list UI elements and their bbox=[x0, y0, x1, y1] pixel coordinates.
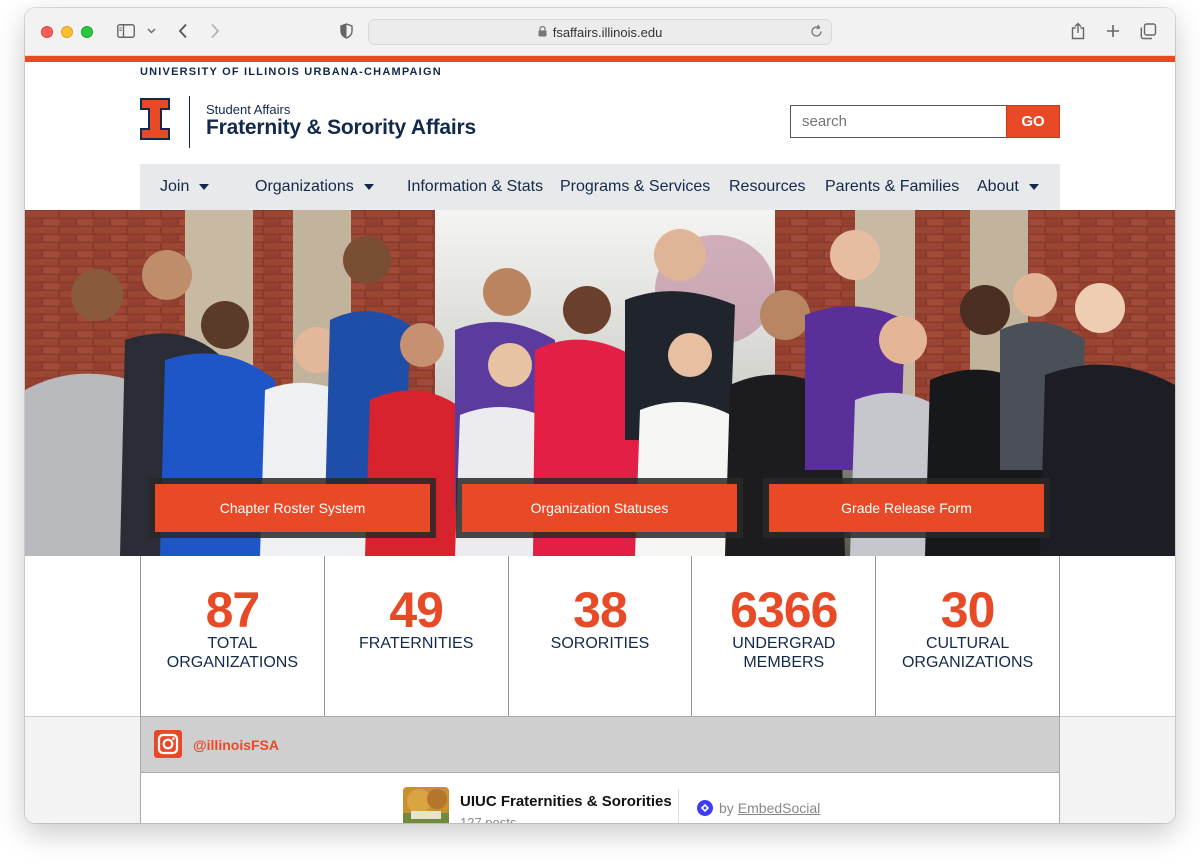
embedsocial-credit: by EmbedSocial bbox=[697, 800, 820, 816]
stat-number: 6366 bbox=[730, 582, 838, 638]
instagram-feed-widget: UIUC Fraternities & Sororities 127 posts… bbox=[140, 773, 1060, 823]
by-prefix: by bbox=[719, 800, 734, 816]
orange-top-stripe bbox=[25, 56, 1175, 62]
back-icon[interactable] bbox=[173, 20, 193, 42]
nav-item-label: Information & Stats bbox=[407, 178, 544, 195]
share-icon[interactable] bbox=[1068, 20, 1088, 42]
stat-number: 87 bbox=[205, 582, 261, 638]
stat-label: ORGANIZATIONS bbox=[901, 654, 1034, 671]
embedsocial-icon bbox=[697, 800, 713, 816]
forward-icon[interactable] bbox=[205, 20, 225, 42]
reload-icon[interactable] bbox=[810, 24, 823, 41]
site-title[interactable]: Fraternity & Sorority Affairs bbox=[206, 116, 476, 140]
stat-label: FRATERNITIES bbox=[359, 635, 474, 652]
url-text: fsaffairs.illinois.edu bbox=[552, 24, 663, 40]
grade-release-form-button[interactable]: Grade Release Form bbox=[769, 484, 1044, 532]
nav-item-label: Resources bbox=[729, 178, 806, 195]
zoom-window-button[interactable] bbox=[81, 26, 93, 38]
nav-item-label: Parents & Families bbox=[825, 178, 960, 195]
close-window-button[interactable] bbox=[41, 26, 53, 38]
embedsocial-link[interactable]: EmbedSocial bbox=[738, 800, 821, 816]
chapter-roster-system-button[interactable]: Chapter Roster System bbox=[155, 484, 430, 532]
caret-down-icon bbox=[1028, 184, 1039, 190]
unit-subtitle[interactable]: Student Affairs bbox=[206, 102, 290, 117]
caret-down-icon bbox=[199, 184, 210, 190]
browser-toolbar: fsaffairs.illinois.edu bbox=[25, 8, 1175, 56]
caret-down-icon bbox=[363, 184, 374, 190]
stat-fraternities: 49 FRATERNITIES bbox=[325, 556, 509, 716]
feed-profile-avatar[interactable] bbox=[403, 787, 449, 823]
stat-cultural-organizations: 30 CULTURAL ORGANIZATIONS bbox=[876, 556, 1059, 716]
nav-item-organizations[interactable]: Organizations bbox=[255, 164, 374, 210]
minimize-window-button[interactable] bbox=[61, 26, 73, 38]
nav-item-label: About bbox=[977, 178, 1019, 195]
instagram-header-bar: @illinoisFSA bbox=[140, 716, 1060, 773]
block-i-logo-icon[interactable] bbox=[140, 98, 170, 145]
chevron-down-icon[interactable] bbox=[144, 20, 158, 42]
nav-item-programs-services[interactable]: Programs & Services bbox=[560, 164, 710, 210]
university-wordmark[interactable]: UNIVERSITY OF ILLINOIS URBANA-CHAMPAIGN bbox=[140, 66, 442, 78]
nav-item-parents-families[interactable]: Parents & Families bbox=[825, 164, 959, 210]
stat-sororities: 38 SORORITIES bbox=[509, 556, 693, 716]
tab-overview-icon[interactable] bbox=[1138, 20, 1158, 42]
stat-label: SORORITIES bbox=[550, 635, 650, 652]
stat-total-organizations: 87 TOTAL ORGANIZATIONS bbox=[141, 556, 325, 716]
stat-number: 38 bbox=[573, 582, 628, 638]
stat-number: 30 bbox=[940, 582, 996, 638]
nav-item-information-stats[interactable]: Information & Stats bbox=[407, 164, 543, 210]
shield-icon[interactable] bbox=[337, 20, 355, 42]
stat-label: ORGANIZATIONS bbox=[166, 654, 299, 671]
web-page: UNIVERSITY OF ILLINOIS URBANA-CHAMPAIGN … bbox=[25, 56, 1175, 823]
nav-item-resources[interactable]: Resources bbox=[729, 164, 805, 210]
stat-label: UNDERGRAD bbox=[732, 635, 836, 652]
new-tab-icon[interactable] bbox=[1103, 20, 1123, 42]
nav-item-join[interactable]: Join bbox=[160, 164, 210, 210]
stat-label: TOTAL bbox=[207, 635, 258, 652]
nav-item-label: Join bbox=[160, 178, 190, 195]
search-go-button[interactable]: GO bbox=[1006, 105, 1060, 138]
organization-statuses-button[interactable]: Organization Statuses bbox=[462, 484, 737, 532]
hero-button-frame: Organization Statuses bbox=[456, 478, 743, 538]
nav-item-label: Organizations bbox=[255, 178, 354, 195]
stat-number: 49 bbox=[389, 582, 444, 638]
address-bar[interactable]: fsaffairs.illinois.edu bbox=[368, 19, 832, 45]
stat-label: MEMBERS bbox=[743, 654, 825, 671]
nav-item-about[interactable]: About bbox=[977, 164, 1039, 210]
stat-label: CULTURAL bbox=[925, 635, 1010, 652]
hero-button-frame: Chapter Roster System bbox=[149, 478, 436, 538]
hero-banner: Chapter Roster System Organization Statu… bbox=[25, 210, 1175, 556]
feed-divider bbox=[678, 789, 679, 823]
browser-window: fsaffairs.illinois.edu UNIVERSITY OF ILL… bbox=[25, 8, 1175, 823]
hero-button-frame: Grade Release Form bbox=[763, 478, 1050, 538]
stat-undergrad-members: 6366 UNDERGRAD MEMBERS bbox=[692, 556, 877, 716]
instagram-icon[interactable] bbox=[154, 730, 182, 763]
feed-account-name[interactable]: UIUC Fraternities & Sororities bbox=[460, 793, 672, 810]
nav-item-label: Programs & Services bbox=[560, 178, 711, 195]
search-input[interactable] bbox=[790, 105, 1007, 138]
logo-divider bbox=[189, 96, 190, 148]
feed-post-count: 127 posts bbox=[460, 815, 517, 823]
instagram-handle-link[interactable]: @illinoisFSA bbox=[193, 737, 279, 753]
sidebar-toggle-icon[interactable] bbox=[115, 20, 137, 42]
stats-grid: 87 TOTAL ORGANIZATIONS 49 FRATERNITIES 3… bbox=[140, 556, 1060, 716]
lock-icon bbox=[538, 25, 547, 40]
main-nav: Join Organizations Information & Stats P… bbox=[140, 164, 1060, 210]
